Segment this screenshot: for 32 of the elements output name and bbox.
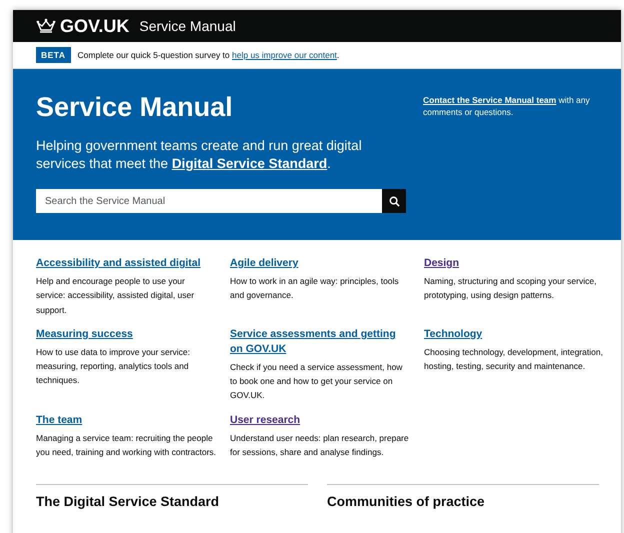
topic-link[interactable]: Accessibility and assisted digital [36, 256, 216, 271]
intro-text: Helping government teams create and run great digital services that meet the Digital Service Standard. [36, 137, 363, 173]
contact-link[interactable]: Contact the Service Manual team [423, 95, 556, 105]
beta-tag: BETA [36, 47, 71, 63]
survey-message: Complete our quick 5-question survey to help us improve our content. [78, 50, 340, 60]
service-name[interactable]: Service Manual [139, 18, 236, 34]
topic-description: Understand user needs: plan research, prepare for sessions, share and analyse findings. [230, 432, 410, 460]
topic-link[interactable]: User research [230, 412, 410, 428]
topic-description: Check if you need a service assessment, how to book one and how to get your service on GOV.UK. [230, 360, 404, 402]
topic-description: Managing a service team: recruiting the people you need, training and working with contractors. [36, 432, 216, 460]
section-heading: The Digital Service Standard [36, 494, 220, 510]
page-title: Service Manual [36, 91, 234, 123]
search-icon [388, 196, 400, 206]
topic-link[interactable]: Agile delivery [230, 256, 410, 271]
topic-link[interactable]: Technology [424, 326, 604, 342]
topic-description: Naming, structuring and scoping your service, prototyping, using design patterns. [424, 275, 598, 302]
topic-description: Help and encourage people to use your service: accessibility, assisted digital, user support. [36, 275, 196, 317]
crown-icon [36, 18, 56, 34]
topic-description: Choosing technology, development, integration, hosting, testing, security and maintenance. [424, 346, 604, 374]
topic-description: How to work in an agile way: principles, tools and governance. [230, 275, 400, 302]
logo-text[interactable]: GOV.UK [60, 16, 130, 36]
topic-link[interactable]: Service assessments and getting on GOV.UK [230, 326, 410, 357]
topic-link[interactable]: Measuring success [36, 326, 216, 342]
search-button[interactable] [382, 189, 406, 213]
standard-link[interactable]: Digital Service Standard [172, 156, 328, 171]
search-field[interactable]: Search the Service Manual [36, 189, 382, 213]
contact-text: Contact the Service Manual team with any comments or questions. [423, 94, 591, 119]
survey-link[interactable]: help us improve our content [232, 50, 337, 60]
topic-link[interactable]: The team [36, 412, 216, 428]
topic-description: How to use data to improve your service: measuring, reporting, analytics tools and techniques. [36, 346, 192, 388]
topic-link[interactable]: Design [424, 256, 604, 271]
section-heading: Communities of practice [327, 494, 486, 510]
